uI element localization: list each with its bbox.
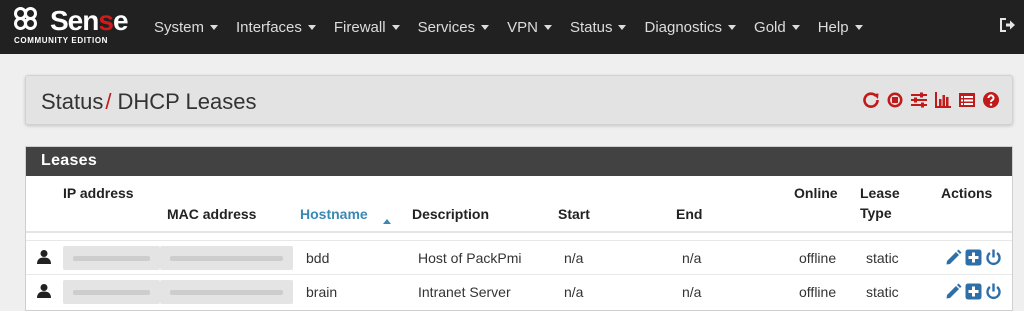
user-icon [37, 250, 51, 264]
power-icon[interactable] [985, 249, 1002, 266]
menu-diagnostics[interactable]: Diagnostics [635, 19, 745, 36]
column-header-mac[interactable]: MAC address [167, 204, 256, 224]
add-square-icon[interactable] [965, 249, 982, 266]
mac-address-redacted [160, 280, 293, 304]
stop-circle-icon[interactable] [886, 91, 904, 109]
chevron-down-icon [307, 24, 316, 30]
row-online-status: offline [799, 284, 837, 300]
page-title: DHCP Leases [117, 89, 257, 114]
table-row: bdd Host of PackPmi n/a n/a offline stat… [26, 240, 1012, 274]
table-row: brain Intranet Server n/a n/a offline st… [26, 274, 1012, 308]
power-icon[interactable] [985, 283, 1002, 300]
help-circle-icon[interactable] [982, 91, 1000, 109]
chevron-down-icon [854, 24, 863, 30]
column-header-lease-type[interactable]: Lease Type [860, 183, 900, 223]
menu-firewall[interactable]: Firewall [325, 19, 409, 36]
main-menu: System Interfaces Firewall Services VPN … [145, 0, 872, 54]
column-header-description[interactable]: Description [412, 204, 489, 224]
ip-address-redacted [63, 280, 160, 304]
row-hostname: brain [306, 284, 338, 300]
chevron-down-icon [210, 24, 219, 30]
menu-services[interactable]: Services [409, 19, 499, 36]
breadcrumb-section[interactable]: Status [41, 89, 103, 114]
user-icon [37, 284, 51, 298]
sliders-icon[interactable] [910, 91, 928, 109]
column-header-ip[interactable]: IP address [63, 183, 134, 203]
row-start: n/a [564, 250, 584, 266]
row-description: Host of PackPmi [418, 250, 522, 266]
row-lease-type: static [866, 250, 899, 266]
sort-ascending-icon [383, 219, 391, 224]
page-toolbar [862, 91, 1000, 109]
brand-name: Sense [50, 5, 128, 36]
chevron-down-icon [728, 24, 737, 30]
row-hostname: bdd [306, 250, 330, 266]
breadcrumb-bar: Status/DHCP Leases [25, 75, 1013, 125]
bar-chart-icon[interactable] [934, 91, 952, 109]
row-actions [945, 249, 1002, 266]
row-description: Intranet Server [418, 284, 511, 300]
leases-panel: Leases IP address MAC address Hostname D… [25, 146, 1013, 311]
panel-title: Leases [26, 147, 1012, 176]
edit-pencil-icon[interactable] [945, 283, 962, 300]
row-start: n/a [564, 284, 584, 300]
chevron-down-icon [481, 24, 490, 30]
chevron-down-icon [791, 24, 800, 30]
menu-vpn[interactable]: VPN [498, 19, 561, 36]
brand-logo[interactable]: Sense COMMUNITY EDITION [14, 7, 134, 49]
edit-pencil-icon[interactable] [945, 249, 962, 266]
column-header-actions: Actions [941, 185, 993, 201]
logo-mark-icon [14, 7, 50, 35]
menu-gold[interactable]: Gold [745, 19, 809, 36]
list-icon[interactable] [958, 91, 976, 109]
menu-interfaces[interactable]: Interfaces [227, 19, 325, 36]
sign-out-icon[interactable] [998, 16, 1016, 34]
row-end: n/a [682, 284, 702, 300]
row-lease-type: static [866, 284, 899, 300]
row-online-status: offline [799, 250, 837, 266]
column-header-end[interactable]: End [676, 204, 702, 224]
column-header-start[interactable]: Start [558, 204, 590, 224]
menu-system[interactable]: System [145, 19, 227, 36]
row-actions [945, 283, 1002, 300]
chevron-down-icon [543, 24, 552, 30]
brand-edition: COMMUNITY EDITION [14, 36, 109, 45]
add-square-icon[interactable] [965, 283, 982, 300]
chevron-down-icon [618, 24, 627, 30]
mac-address-redacted [160, 246, 293, 270]
breadcrumb-separator: / [105, 89, 112, 114]
row-end: n/a [682, 250, 702, 266]
ip-address-redacted [63, 246, 160, 270]
top-navbar: Sense COMMUNITY EDITION System Interface… [0, 0, 1024, 54]
breadcrumb: Status/DHCP Leases [41, 89, 257, 115]
chevron-down-icon [391, 24, 400, 30]
menu-help[interactable]: Help [809, 19, 872, 36]
menu-status[interactable]: Status [561, 19, 636, 36]
header-divider [26, 231, 1012, 233]
column-header-online[interactable]: Online [794, 183, 838, 203]
reload-icon[interactable] [862, 91, 880, 109]
column-header-hostname[interactable]: Hostname [300, 204, 368, 224]
